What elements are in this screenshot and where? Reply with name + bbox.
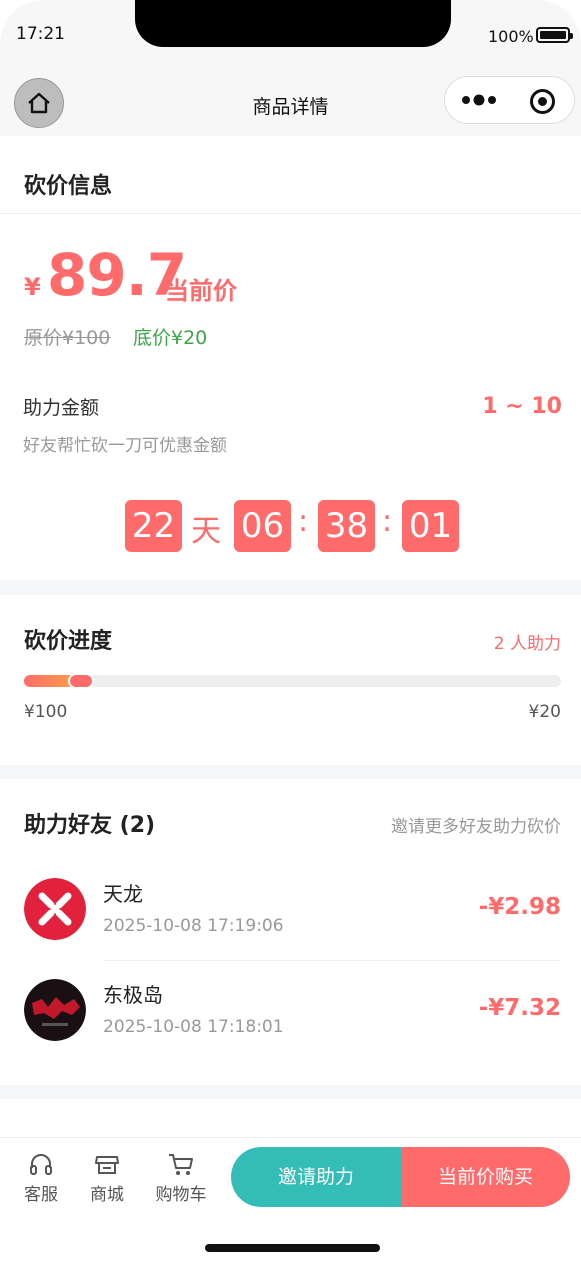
progress-end-label: ¥20 <box>528 702 561 722</box>
cart-icon <box>169 1154 193 1175</box>
progress-start-label: ¥100 <box>24 702 68 722</box>
friend-row: 天龙 2025-10-08 17:19:06 -¥2.98 <box>24 878 561 978</box>
buy-now-button[interactable]: 当前价购买 <box>401 1147 570 1207</box>
progress-title: 砍价进度 <box>24 629 113 654</box>
section-gap <box>0 580 581 595</box>
countdown-seconds: 01 <box>402 500 459 552</box>
more-icon[interactable] <box>461 88 497 112</box>
friend-name: 东极岛 <box>103 983 163 1007</box>
headset-icon <box>30 1154 52 1175</box>
countdown-separator: : <box>298 504 309 539</box>
friends-title: 助力好友 (2) <box>24 813 156 838</box>
invite-help-button[interactable]: 邀请助力 <box>231 1147 401 1207</box>
nav-bar: 商品详情 <box>0 70 581 136</box>
progress-bar <box>24 673 561 689</box>
tab-customer-service[interactable]: 客服 <box>11 1150 71 1205</box>
countdown-days: 22 <box>125 500 182 552</box>
help-amount-label: 助力金额 <box>23 397 100 419</box>
status-time: 17:21 <box>16 24 65 44</box>
bargain-info-title: 砍价信息 <box>24 174 113 199</box>
mini-program-capsule <box>444 76 575 124</box>
bottom-action-bar: 客服 商城 购物车 邀请助力 当前价购买 <box>0 1137 581 1265</box>
tab-label: 商城 <box>90 1185 124 1205</box>
countdown-hours: 06 <box>234 500 291 552</box>
phone-screen: 17:21 100% 商品详情 砍价信息 ¥ 89.7 当前价 原价¥100 底… <box>0 0 581 1265</box>
floor-price: 底价¥20 <box>133 327 208 349</box>
friend-row: 东极岛 2025-10-08 17:18:01 -¥7.32 <box>24 979 561 1079</box>
help-amount-range: 1 ~ 10 <box>482 394 562 419</box>
countdown-timer: 22 天 06 : 38 : 01 <box>0 500 581 552</box>
countdown-separator: : <box>382 504 393 539</box>
home-indicator <box>205 1244 380 1252</box>
currency-symbol: ¥ <box>24 273 41 301</box>
friend-time: 2025-10-08 17:19:06 <box>103 916 284 936</box>
tab-label: 客服 <box>24 1185 58 1205</box>
section-gap <box>0 765 581 779</box>
battery-icon <box>536 27 573 43</box>
helper-count: 2 人助力 <box>493 634 561 654</box>
avatar <box>24 878 86 940</box>
countdown-minutes: 38 <box>318 500 375 552</box>
close-capsule-icon[interactable] <box>530 89 555 114</box>
original-price: 原价¥100 <box>24 327 111 349</box>
progress-knob <box>68 673 94 689</box>
tab-store[interactable]: 商城 <box>77 1150 137 1205</box>
friend-time: 2025-10-08 17:18:01 <box>103 1017 284 1037</box>
help-amount-desc: 好友帮忙砍一刀可优惠金额 <box>23 436 227 456</box>
avatar <box>24 979 86 1041</box>
tab-label: 购物车 <box>155 1185 207 1205</box>
battery-percentage: 100% <box>488 27 534 46</box>
status-bar: 17:21 100% <box>0 0 581 70</box>
divider <box>103 960 561 961</box>
invite-more-link[interactable]: 邀请更多好友助力砍价 <box>391 812 561 837</box>
store-icon <box>95 1156 119 1174</box>
countdown-days-unit: 天 <box>191 514 221 549</box>
friend-amount: -¥2.98 <box>478 894 561 920</box>
friend-name: 天龙 <box>103 882 143 906</box>
notch <box>135 0 451 47</box>
friend-amount: -¥7.32 <box>478 995 561 1021</box>
tab-cart[interactable]: 购物车 <box>151 1150 211 1205</box>
section-gap <box>0 1085 581 1099</box>
divider <box>0 213 581 214</box>
current-price-label: 当前价 <box>165 277 237 305</box>
